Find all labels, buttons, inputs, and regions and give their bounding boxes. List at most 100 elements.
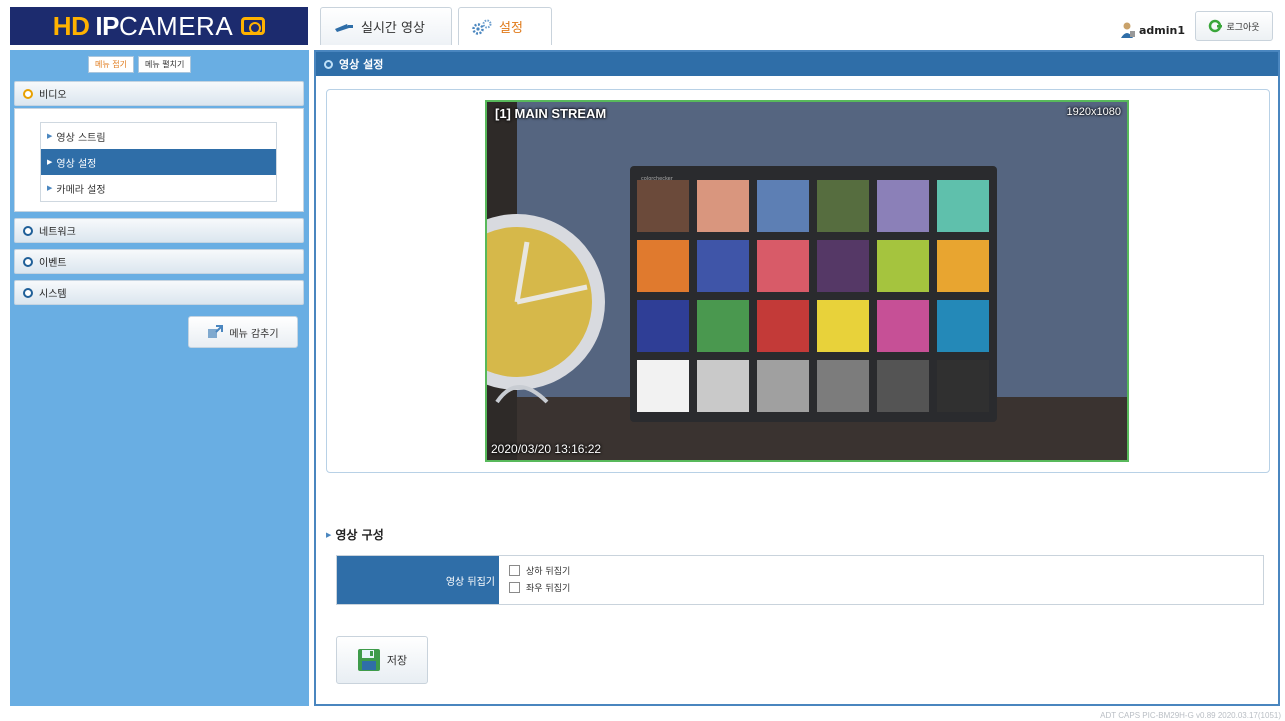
submenu-item-camera-settings[interactable]: ▶ 카메라 설정 <box>41 175 276 201</box>
stream-label: [1] MAIN STREAM <box>495 106 607 121</box>
flip-horizontal-checkbox[interactable] <box>509 582 520 593</box>
expand-all-button[interactable]: 메뉴 펼치기 <box>137 56 192 73</box>
color-patch <box>937 300 989 352</box>
brand-logo: HD IP CAMERA <box>10 7 308 45</box>
flip-options: 상하 뒤집기 좌우 뒤집기 <box>499 556 570 604</box>
color-patch <box>817 300 869 352</box>
color-patch <box>817 180 869 232</box>
logout-button[interactable]: 로그아웃 <box>1195 11 1273 41</box>
floppy-disk-icon <box>357 649 380 671</box>
image-settings-table: 영상 뒤집기 상하 뒤집기 좌우 뒤집기 <box>336 555 1264 605</box>
submenu-item-label: 카메라 설정 <box>56 184 106 196</box>
circle-icon <box>324 59 333 69</box>
submenu-item-label: 영상 스트림 <box>56 132 106 144</box>
camera-feed-image: colorchecker <box>487 102 1127 460</box>
color-patch <box>757 180 809 232</box>
flip-vertical-option[interactable]: 상하 뒤집기 <box>509 564 570 577</box>
triangle-right-icon: ▶ <box>47 158 53 166</box>
color-patch <box>757 300 809 352</box>
sidebar-item-event[interactable]: 이벤트 <box>14 249 304 274</box>
logo-camera: CAMERA <box>118 10 234 41</box>
color-patch <box>697 240 749 292</box>
color-patch <box>697 180 749 232</box>
user-icon <box>1120 22 1135 38</box>
circle-icon <box>23 88 33 99</box>
page-title-bar: 영상 설정 <box>316 52 1278 76</box>
power-icon <box>1209 19 1223 33</box>
sidebar-item-network[interactable]: 네트워크 <box>14 218 304 243</box>
color-patch <box>637 300 689 352</box>
video-submenu-panel: ▶ 영상 스트림 ▶ 영상 설정 ▶ 카메라 설정 <box>14 108 304 212</box>
circle-icon <box>23 287 33 298</box>
sidebar-item-video[interactable]: 비디오 <box>14 81 304 106</box>
camera-lens-icon <box>241 17 266 35</box>
logo-hd: HD <box>52 10 90 41</box>
color-patch <box>877 240 929 292</box>
color-patch <box>937 180 989 232</box>
hide-menu-label: 메뉴 감추기 <box>229 328 279 340</box>
hide-menu-button[interactable]: 메뉴 감추기 <box>188 316 298 348</box>
color-patch <box>877 180 929 232</box>
video-preview-panel: colorchecker [1] MAIN STREAM 1920x1080 2… <box>326 89 1270 473</box>
sidebar-item-label: 이벤트 <box>39 258 67 269</box>
user-name: admin1 <box>1138 23 1185 37</box>
section-title-label: 영상 구성 <box>335 528 384 542</box>
flip-vertical-checkbox[interactable] <box>509 565 520 576</box>
color-patch <box>817 240 869 292</box>
camera-icon <box>335 23 353 32</box>
collapse-all-button[interactable]: 메뉴 접기 <box>88 56 134 73</box>
video-submenu: ▶ 영상 스트림 ▶ 영상 설정 ▶ 카메라 설정 <box>40 122 277 202</box>
color-patch <box>937 360 989 412</box>
timestamp-overlay: 2020/03/20 13:16:22 <box>491 442 602 456</box>
save-button[interactable]: 저장 <box>336 636 428 684</box>
tab-live-video[interactable]: 실시간 영상 <box>320 7 452 45</box>
tab-settings[interactable]: 설정 <box>458 7 552 45</box>
sidebar-item-label: 시스템 <box>39 289 67 300</box>
color-patch <box>637 360 689 412</box>
flip-horizontal-option[interactable]: 좌우 뒤집기 <box>509 581 570 594</box>
color-patch <box>877 300 929 352</box>
flip-label-cell: 영상 뒤집기 <box>337 556 499 604</box>
triangle-right-icon: ▶ <box>47 132 53 140</box>
menu-toggle-group: 메뉴 접기 메뉴 펼치기 <box>88 56 192 73</box>
version-info: ADT CAPS PIC-BM29H-G v0.89 2020.03.17(10… <box>1100 711 1281 720</box>
tab-live-label: 실시간 영상 <box>361 21 425 36</box>
triangle-right-icon: ▶ <box>47 184 53 192</box>
logo-ip: IP <box>95 10 119 41</box>
submenu-item-video-settings[interactable]: ▶ 영상 설정 <box>41 149 276 175</box>
triangle-right-icon: ▶ <box>326 530 332 539</box>
color-patch <box>757 240 809 292</box>
sidebar: 메뉴 접기 메뉴 펼치기 비디오 ▶ 영상 스트림 ▶ 영상 설정 ▶ 카메라 … <box>10 50 309 706</box>
submenu-item-label: 영상 설정 <box>56 158 97 170</box>
flip-horizontal-label: 좌우 뒤집기 <box>526 584 571 594</box>
color-patch <box>637 180 689 232</box>
submenu-item-video-stream[interactable]: ▶ 영상 스트림 <box>41 123 276 149</box>
user-info: admin1 <box>1120 22 1185 38</box>
section-title: ▶ 영상 구성 <box>326 526 384 543</box>
color-patch <box>697 300 749 352</box>
video-preview[interactable]: colorchecker [1] MAIN STREAM 1920x1080 2… <box>485 100 1129 462</box>
circle-icon <box>23 256 33 267</box>
gear-icon <box>472 19 492 35</box>
save-label: 저장 <box>386 654 408 667</box>
color-patch <box>697 360 749 412</box>
sidebar-item-label: 네트워크 <box>39 227 76 238</box>
color-patch <box>637 240 689 292</box>
logout-label: 로그아웃 <box>1226 22 1260 33</box>
color-patch <box>877 360 929 412</box>
resolution-overlay: 1920x1080 <box>1066 106 1121 118</box>
flip-vertical-label: 상하 뒤집기 <box>526 567 571 577</box>
main-panel: 영상 설정 colorchecker [1] MAIN STREAM 1920x… <box>314 50 1280 706</box>
sidebar-item-label: 비디오 <box>39 90 67 101</box>
circle-icon <box>23 225 33 236</box>
page-title: 영상 설정 <box>339 58 384 71</box>
sidebar-item-system[interactable]: 시스템 <box>14 280 304 305</box>
tab-settings-label: 설정 <box>499 21 523 36</box>
svg-text:colorchecker: colorchecker <box>641 176 674 182</box>
color-patch <box>817 360 869 412</box>
color-patch <box>937 240 989 292</box>
flip-label: 영상 뒤집기 <box>445 576 495 588</box>
app-window: HD IP CAMERA 실시간 영상 설정 admin1 로그아웃 메뉴 접기… <box>0 0 1285 721</box>
hide-menu-icon <box>208 325 224 338</box>
color-patch <box>757 360 809 412</box>
